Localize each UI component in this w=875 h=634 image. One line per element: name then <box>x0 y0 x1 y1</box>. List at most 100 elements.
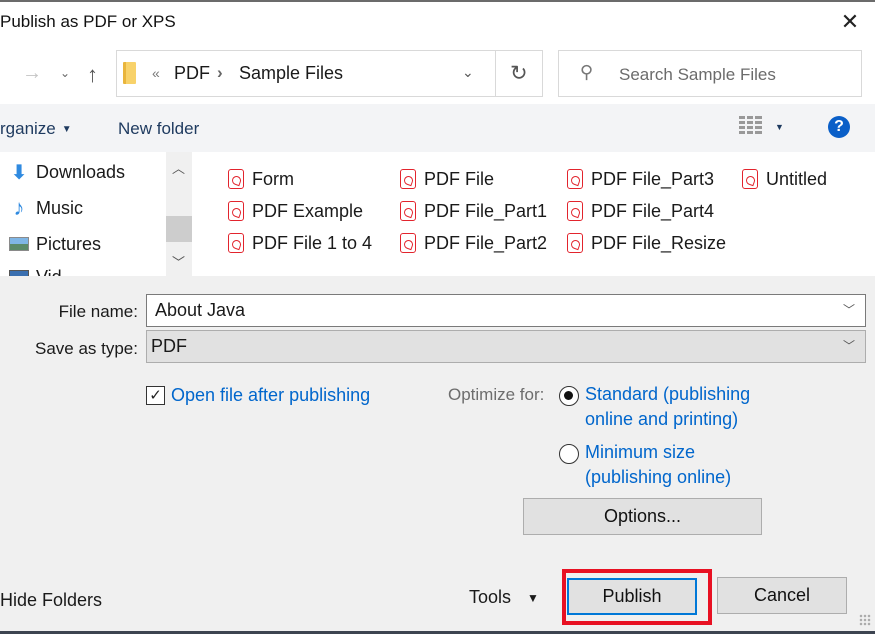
breadcrumb-pdf[interactable]: PDF <box>174 63 210 84</box>
search-input[interactable]: Search Sample Files <box>619 65 776 85</box>
file-name-input[interactable]: About Java ﹀ <box>146 294 866 327</box>
refresh-button[interactable]: ↻ <box>510 61 528 86</box>
file-name: PDF Example <box>252 200 364 221</box>
scroll-down-button[interactable]: ﹀ <box>172 252 185 271</box>
save-type-label: Save as type: <box>34 339 138 358</box>
optimize-label: Optimize for: <box>448 385 545 404</box>
close-icon: ✕ <box>840 9 860 34</box>
open-after-label: Open file after publishing <box>171 385 371 405</box>
optimize-standard-radio[interactable]: Standard (publishing online and printing) <box>559 384 751 432</box>
tools-menu-button[interactable]: Tools ▼ <box>469 587 539 608</box>
organize-label: rganize <box>0 119 56 138</box>
radio-selected-icon <box>559 386 579 406</box>
file-item[interactable]: PDF File 1 to 4 <box>228 230 372 256</box>
pdf-file-icon <box>567 169 583 189</box>
radio-unselected-icon <box>559 444 579 464</box>
cancel-button[interactable]: Cancel <box>717 577 847 614</box>
pdf-file-icon <box>567 201 583 221</box>
arrow-up-icon: ↑ <box>87 62 98 87</box>
close-button[interactable]: ✕ <box>838 8 862 36</box>
help-button[interactable]: ? <box>828 116 850 138</box>
folder-icon <box>123 62 136 84</box>
address-dropdown-button[interactable]: ⌄ <box>462 64 474 81</box>
hide-folders-button[interactable]: Hide Folders <box>0 590 102 611</box>
forward-button[interactable]: → <box>22 62 42 85</box>
videos-icon <box>8 270 30 276</box>
file-name: Untitled <box>766 168 828 189</box>
sidebar-item-videos[interactable]: Vid <box>8 262 62 276</box>
pictures-icon <box>8 237 30 251</box>
optimize-minimum-radio[interactable]: Minimum size (publishing online) <box>559 442 732 490</box>
pdf-file-icon <box>228 169 244 189</box>
view-options-icon <box>739 116 762 136</box>
sidebar-item-label: Vid <box>36 267 62 277</box>
file-item[interactable]: PDF File_Resize <box>567 230 726 256</box>
open-after-checkbox[interactable]: ✓ Open file after publishing <box>146 385 370 406</box>
breadcrumb-overflow[interactable]: « <box>152 65 160 81</box>
chevron-down-icon: ﹀ <box>842 338 855 353</box>
file-item[interactable]: PDF File_Part2 <box>400 230 547 256</box>
breadcrumb-sample-files[interactable]: Sample Files <box>239 63 343 84</box>
save-type-select[interactable]: PDF ﹀ <box>146 330 866 363</box>
save-type-value: PDF <box>151 336 187 356</box>
recent-locations-button[interactable]: ⌄ <box>60 66 70 80</box>
file-item[interactable]: Untitled <box>742 166 827 192</box>
pdf-file-icon <box>400 201 416 221</box>
scroll-up-button[interactable]: ︿ <box>172 158 185 177</box>
file-name-label: File name: <box>58 302 138 321</box>
file-item[interactable]: PDF Example <box>228 198 363 224</box>
publish-button[interactable]: Publish <box>567 578 697 615</box>
dialog-title: Publish as PDF or XPS <box>0 12 176 31</box>
file-item[interactable]: PDF File_Part4 <box>567 198 714 224</box>
pdf-file-icon <box>228 201 244 221</box>
scrollbar-thumb[interactable] <box>166 216 192 242</box>
music-icon: ♪ <box>13 195 25 220</box>
file-name: PDF File_Part2 <box>424 232 548 253</box>
file-name: PDF File_Part3 <box>591 168 715 189</box>
pdf-file-icon <box>228 233 244 253</box>
pdf-file-icon <box>400 233 416 253</box>
optimize-standard-label: Standard (publishing online and printing) <box>585 384 751 429</box>
file-name: PDF File_Part1 <box>424 200 548 221</box>
sidebar-item-pictures[interactable]: Pictures <box>8 229 101 259</box>
caret-down-icon: ▼ <box>775 122 784 132</box>
new-folder-button[interactable]: New folder <box>118 119 199 139</box>
file-name: Form <box>252 168 294 189</box>
view-dropdown-button[interactable]: ▼ <box>775 122 784 132</box>
file-item[interactable]: PDF File <box>400 166 494 192</box>
pdf-file-icon <box>567 233 583 253</box>
view-options-button[interactable] <box>739 116 762 136</box>
breadcrumb-separator-icon[interactable]: › <box>217 63 223 83</box>
file-name: PDF File <box>424 168 495 189</box>
resize-grip-icon[interactable] <box>859 614 871 626</box>
file-item[interactable]: PDF File_Part1 <box>400 198 547 224</box>
file-name: PDF File 1 to 4 <box>252 232 373 253</box>
address-divider <box>495 50 496 97</box>
sidebar-item-music[interactable]: ♪ Music <box>8 193 84 223</box>
file-name: PDF File_Part4 <box>591 200 715 221</box>
caret-down-icon: ▼ <box>527 590 539 605</box>
optimize-minimum-label: Minimum size (publishing online) <box>585 442 732 487</box>
chevron-down-icon: ⌄ <box>462 64 474 80</box>
checkmark-icon: ✓ <box>146 386 165 405</box>
chevron-up-icon: ︿ <box>172 161 186 176</box>
options-button[interactable]: Options... <box>523 498 762 535</box>
file-item[interactable]: PDF File_Part3 <box>567 166 714 192</box>
sidebar-item-downloads[interactable]: ⬇ Downloads <box>8 157 125 187</box>
file-name-value: About Java <box>155 300 246 320</box>
chevron-down-icon: ﹀ <box>172 255 186 270</box>
chevron-down-icon: ﹀ <box>842 302 855 317</box>
up-button[interactable]: ↑ <box>87 62 98 88</box>
organize-button[interactable]: rganize ▼ <box>0 119 72 139</box>
file-item[interactable]: Form <box>228 166 294 192</box>
sidebar-item-label: Pictures <box>36 233 102 254</box>
arrow-right-icon: → <box>22 62 42 84</box>
pdf-file-icon <box>742 169 758 189</box>
tools-label: Tools <box>469 587 512 607</box>
sidebar-item-label: Downloads <box>36 161 126 182</box>
search-icon: ⚲ <box>580 62 594 82</box>
sidebar-item-label: Music <box>36 197 84 218</box>
refresh-icon: ↻ <box>510 62 528 85</box>
pdf-file-icon <box>400 169 416 189</box>
caret-down-icon: ▼ <box>61 123 72 135</box>
